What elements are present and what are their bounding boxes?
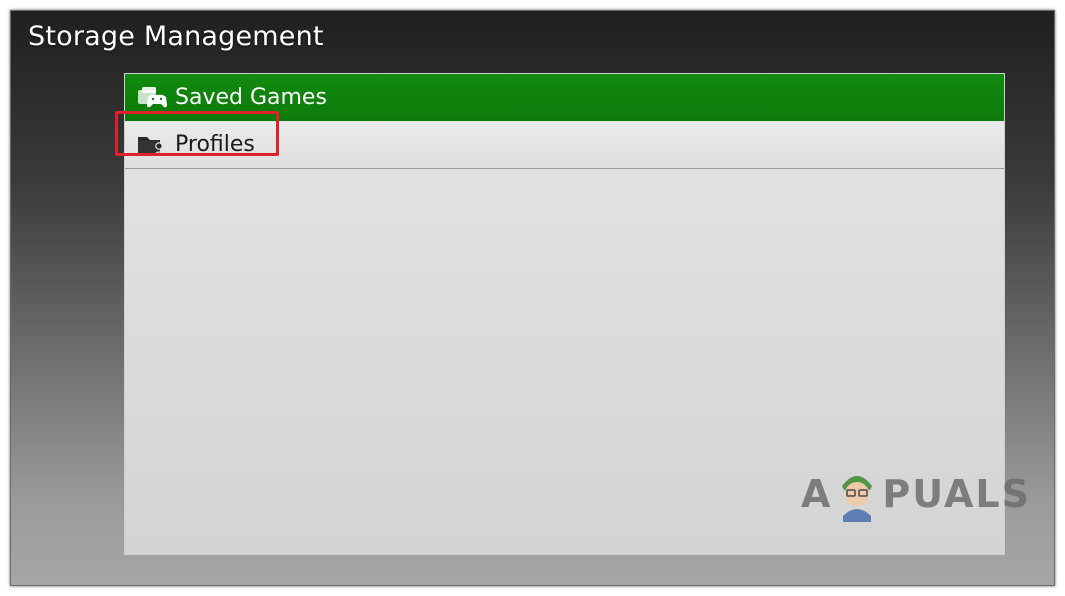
watermark-prefix: A: [801, 472, 833, 516]
menu-item-label: Saved Games: [175, 84, 327, 110]
saved-games-icon: [135, 84, 169, 112]
menu-item-saved-games[interactable]: Saved Games: [125, 74, 1004, 121]
watermark-logo: A PUALS: [801, 466, 1031, 522]
menu-item-label: Profiles: [175, 132, 255, 157]
profiles-icon: [135, 131, 169, 159]
console-screen: Storage Management Saved Games Profiles …: [10, 10, 1055, 586]
page-title: Storage Management: [28, 21, 324, 52]
mascot-icon: [842, 476, 873, 522]
watermark-suffix: PUALS: [882, 472, 1031, 516]
menu-item-profiles[interactable]: Profiles: [125, 122, 1004, 169]
